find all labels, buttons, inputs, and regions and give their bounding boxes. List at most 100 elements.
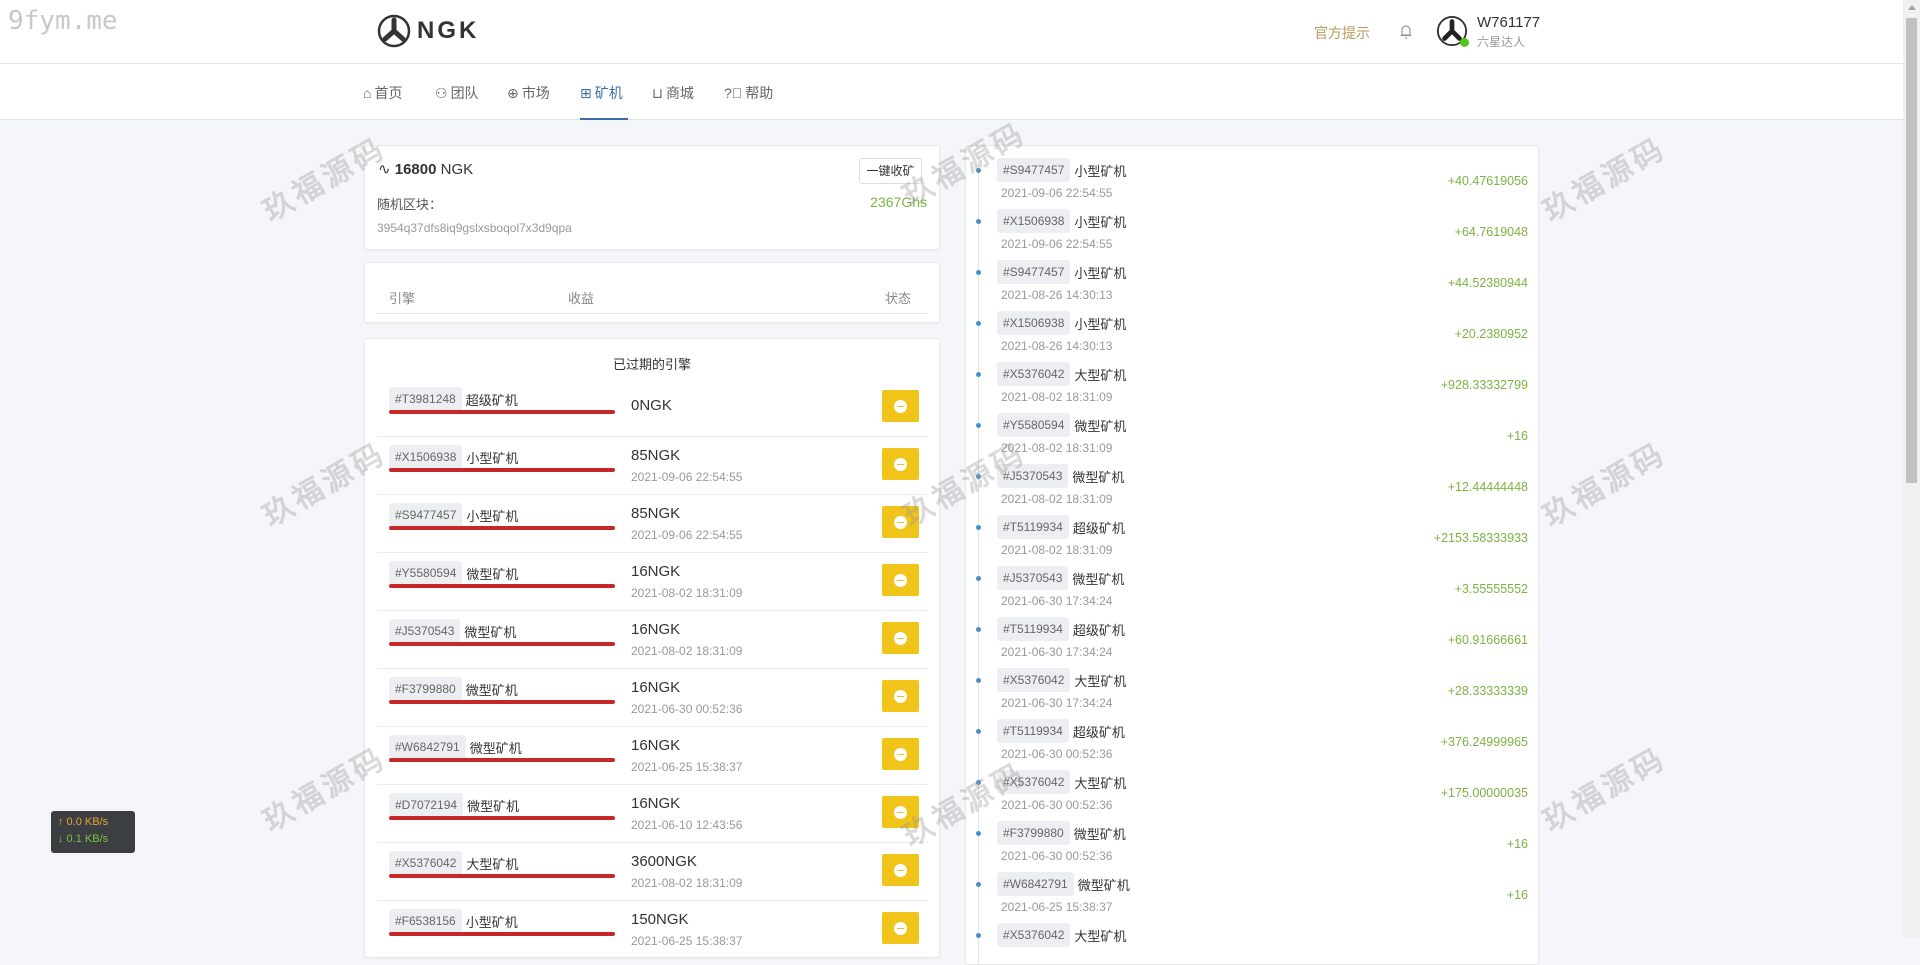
remove-engine-button[interactable] [882,854,919,886]
timeline-dot [976,423,981,428]
timeline-dot [976,627,981,632]
remove-engine-button[interactable] [882,506,919,538]
expired-progress-bar [389,816,615,820]
engine-row: #Y5580594 微型矿机 16NGK 2021-08-02 18:31:09 [377,553,928,611]
remove-engine-button[interactable] [882,680,919,712]
engine-date: 2021-08-02 18:31:09 [631,876,743,890]
engine-date: 2021-06-30 00:52:36 [631,702,743,716]
watermark: 玖福源码 [1537,131,1672,229]
engine-table-header: 引擎 收益 状态 [364,262,940,323]
watermark: 玖福源码 [1537,741,1672,839]
remove-engine-button[interactable] [882,390,919,422]
minus-circle-icon [894,805,907,819]
remove-engine-button[interactable] [882,564,919,596]
engine-info: #X1506938 小型矿机 [389,445,518,469]
minus-circle-icon [894,689,907,703]
engine-id-tag: #F6538156 [389,909,462,933]
nav-label: 市场 [521,85,550,101]
nav-shop[interactable]: ⊔ 商城 [652,83,694,103]
nav-team[interactable]: ⚇ 团队 [435,83,479,103]
engine-id-tag: #J5370543 [389,619,461,643]
history-engine: #X5376042 大型矿机 [997,770,1126,794]
history-income: +44.52380944 [1447,276,1528,290]
engine-type: 小型矿机 [466,450,519,466]
history-engine: #X5376042 大型矿机 [997,923,1126,947]
nav-market[interactable]: ⊕ 市场 [507,83,550,103]
minus-circle-icon [894,921,907,935]
engine-row: #S9477457 小型矿机 85NGK 2021-09-06 22:54:55 [377,495,928,553]
users-icon: ⚇ [435,84,448,101]
engine-amount: 85NGK [631,447,681,464]
timeline-dot [976,372,981,377]
engine-id-tag: #Y5580594 [997,413,1071,437]
engine-id-tag: #S9477457 [997,158,1071,182]
scroll-up-icon[interactable] [1908,5,1916,10]
engine-id-tag: #X1506938 [997,209,1071,233]
history-income: +928.33332799 [1440,378,1528,392]
expired-progress-bar [389,584,615,588]
engine-type: 超级矿机 [1072,520,1125,536]
official-notice-link[interactable]: 官方提示 [1314,23,1370,43]
balance: ∿ 16800 NGK [378,160,473,178]
engine-info: #F6538156 小型矿机 [389,909,518,933]
expired-progress-bar [389,700,615,704]
hashrate: 2367Ghs [870,194,927,210]
engine-type: 微型矿机 [1072,469,1125,485]
remove-engine-button[interactable] [882,912,919,944]
remove-engine-button[interactable] [882,448,919,480]
engine-amount: 16NGK [631,563,681,580]
remove-engine-button[interactable] [882,796,919,828]
nav-miner[interactable]: ⊞ 矿机 [580,83,623,103]
engine-date: 2021-08-02 18:31:09 [631,586,743,600]
engine-info: #D7072194 微型矿机 [389,793,519,817]
engine-type: 微型矿机 [467,798,520,814]
header-status: 状态 [884,291,911,306]
bell-icon[interactable] [1398,22,1414,40]
remove-engine-button[interactable] [882,622,919,654]
engine-type: 小型矿机 [1074,265,1127,281]
engine-amount: 0NGK [631,397,672,414]
minus-circle-icon [894,631,907,645]
collect-all-button[interactable]: 一键收矿 [859,158,922,184]
logo-text: NGK [417,17,480,44]
engine-type: 大型矿机 [1074,673,1127,689]
engine-type: 小型矿机 [465,914,518,930]
engine-type: 微型矿机 [1077,877,1130,893]
expired-title: 已过期的引擎 [612,357,691,372]
ngk-logo-icon [377,14,411,48]
logo[interactable]: NGK [377,14,479,48]
home-icon: ⌂ [363,85,372,101]
active-tab-indicator [580,118,628,120]
history-item: #J5370543 微型矿机 2021-06-30 17:34:24 +3.555… [966,554,1538,608]
nav-help[interactable]: ?⃝ 帮助 [724,83,773,103]
username[interactable]: W761177 [1477,14,1540,31]
expired-progress-bar [389,874,615,878]
engine-id-tag: #T5119934 [997,515,1069,539]
history-item: #T5119934 超级矿机 2021-06-30 00:52:36 +376.2… [966,707,1538,761]
scrollbar[interactable] [1903,0,1920,938]
scrollbar-thumb[interactable] [1906,18,1917,483]
timeline-dot [976,525,981,530]
history-income: +64.7619048 [1454,225,1528,239]
history-item: #X5376042 大型矿机 2021-08-02 18:31:09 +928.3… [966,350,1538,404]
nav-label: 帮助 [745,85,774,101]
engine-id-tag: #F3799880 [389,677,462,701]
nav-label: 商城 [665,85,694,101]
chip-icon: ⊞ [580,84,592,101]
engine-info: #S9477457 小型矿机 [389,503,518,527]
timeline-dot [976,270,981,275]
engine-type: 微型矿机 [1072,571,1125,587]
timeline-dot [976,219,981,224]
header-engine: 引擎 [389,291,416,306]
history-income: +3.55555552 [1454,582,1528,596]
engine-type: 超级矿机 [1072,622,1125,638]
history-income: +175.00000035 [1440,786,1528,800]
remove-engine-button[interactable] [882,738,919,770]
history-income: +20.2380952 [1454,327,1528,341]
expired-progress-bar [389,642,615,646]
download-speed: ↓ 0.1 KB/s [58,833,109,845]
history-income: +2153.58333933 [1433,531,1528,545]
nav-home[interactable]: ⌂ 首页 [363,83,402,103]
engine-id-tag: #W6842791 [997,872,1074,896]
history-income: +376.24999965 [1440,735,1528,749]
